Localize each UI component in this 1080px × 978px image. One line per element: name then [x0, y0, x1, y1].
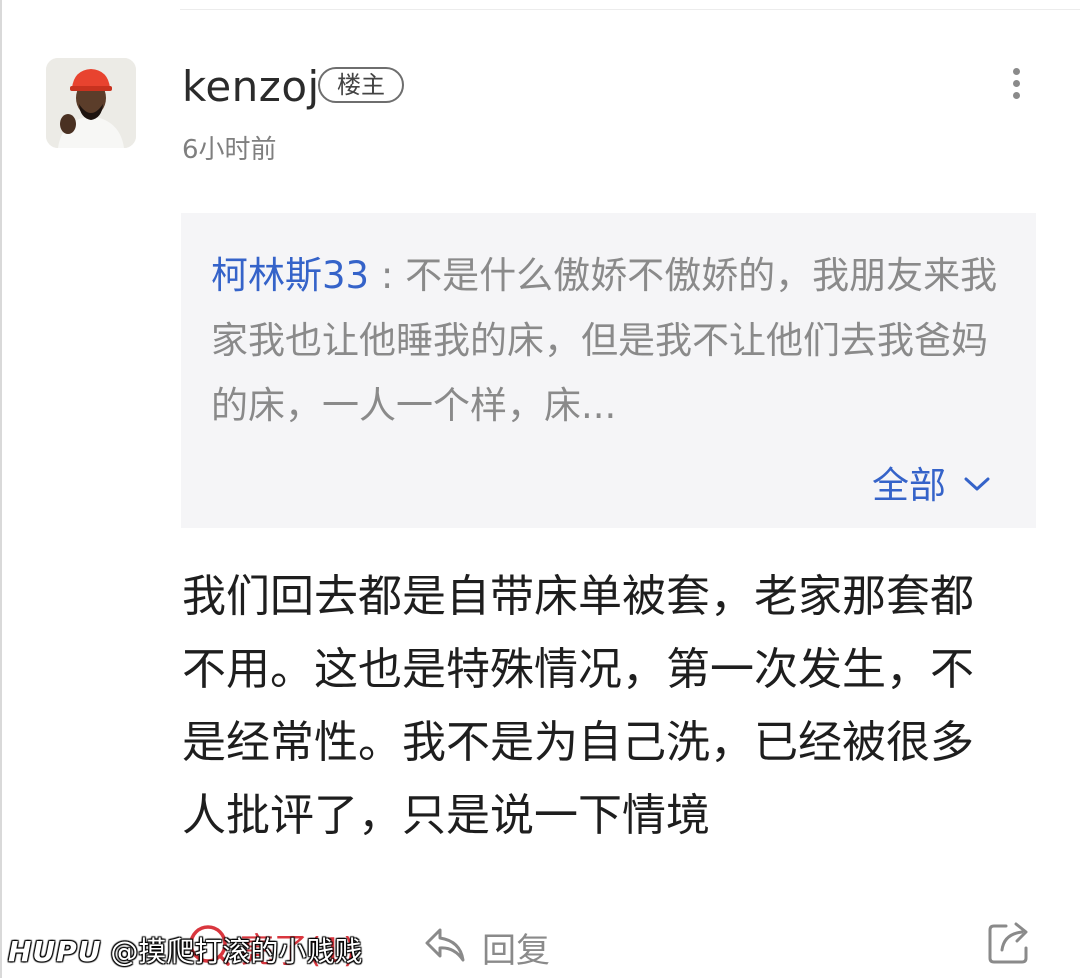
quote-author[interactable]: 柯林斯33	[211, 254, 369, 297]
reply-arrow-icon	[424, 926, 466, 968]
reply-content: 我们回去都是自带床单被套，老家那套都不用。这也是特殊情况，第一次发生，不是经常性…	[182, 571, 974, 841]
quote-text-block: 柯林斯33 : 不是什么傲娇不傲娇的，我朋友来我家我也让他睡我的床，但是我不让他…	[211, 243, 1011, 438]
reply-button[interactable]: 回复	[424, 918, 550, 976]
left-edge-line	[0, 0, 2, 978]
watermark-logo: HUPU	[8, 935, 102, 968]
share-icon	[986, 922, 1034, 970]
avatar-image	[46, 58, 136, 148]
op-badge: 楼主	[318, 67, 404, 103]
chevron-down-icon	[964, 476, 990, 496]
expand-label: 全部	[872, 464, 946, 507]
more-button[interactable]	[996, 62, 1036, 106]
username[interactable]: kenzoj	[182, 62, 320, 112]
watermark: HUPU @摸爬打滚的小贱贱	[8, 932, 362, 972]
watermark-handle: @摸爬打滚的小贱贱	[110, 935, 363, 968]
avatar[interactable]	[46, 58, 136, 148]
quote-separator: :	[369, 254, 406, 297]
share-button[interactable]	[986, 918, 1034, 966]
expand-all-button[interactable]: 全部	[872, 461, 990, 511]
quoted-comment: 柯林斯33 : 不是什么傲娇不傲娇的，我朋友来我家我也让他睡我的床，但是我不让他…	[181, 213, 1036, 528]
top-divider	[180, 9, 1080, 10]
post-time: 6小时前	[182, 135, 277, 165]
reply-label: 回复	[482, 930, 550, 971]
